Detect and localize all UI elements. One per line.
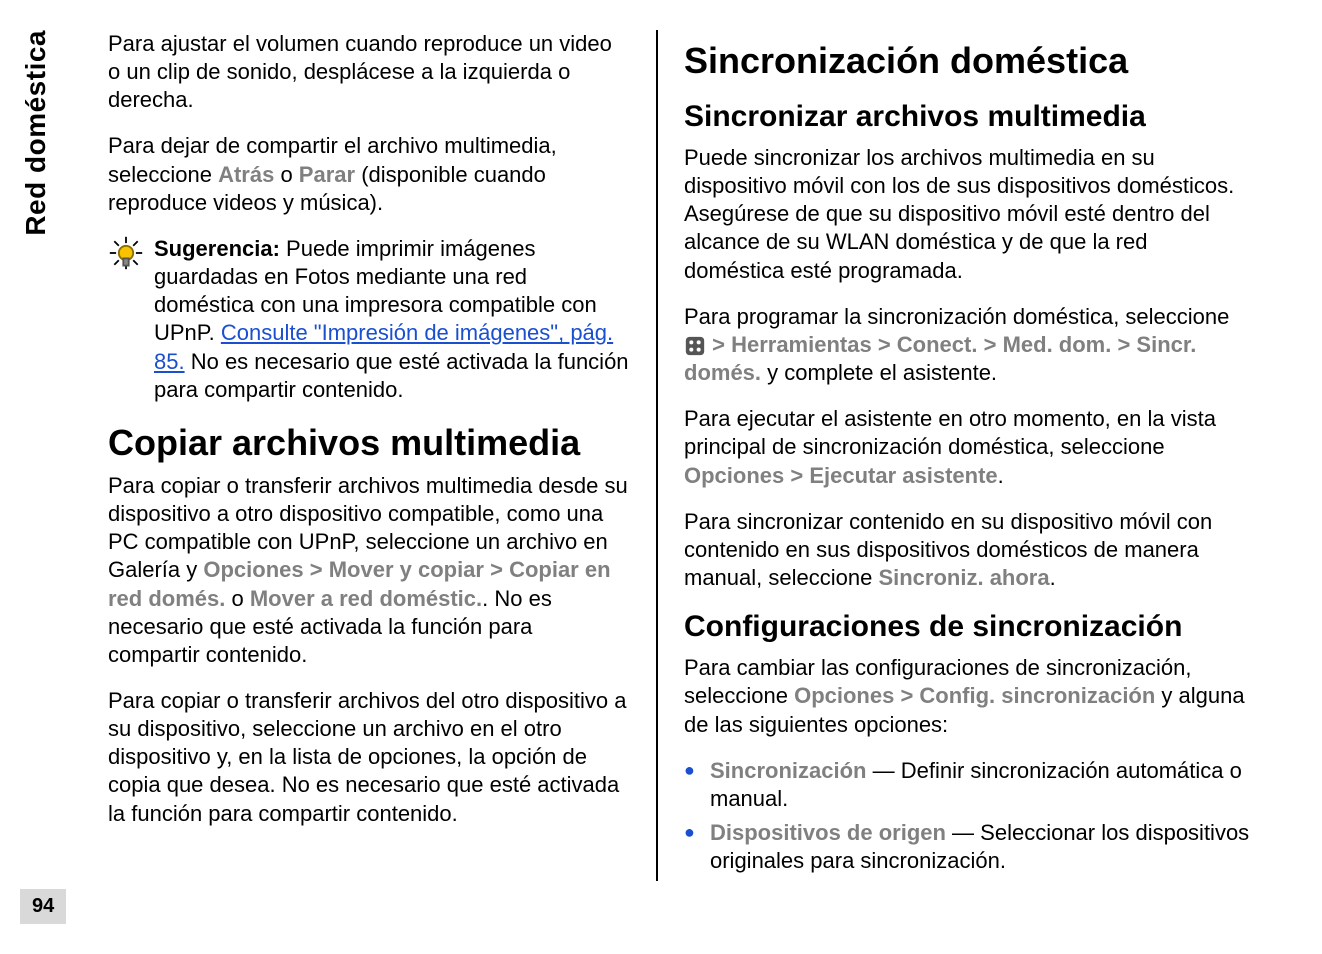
text: Para ejecutar el asistente en otro momen… <box>684 406 1216 459</box>
separator: > <box>872 332 897 357</box>
paragraph: Para copiar o transferir archivos multim… <box>108 472 630 669</box>
tip-icon <box>108 235 144 404</box>
separator: > <box>304 557 329 582</box>
separator: > <box>706 332 731 357</box>
separator: > <box>894 683 919 708</box>
text: . <box>1050 565 1056 590</box>
page-content: Para ajustar el volumen cuando reproduce… <box>98 30 1298 881</box>
text: Para programar la sincronización domésti… <box>684 304 1229 329</box>
right-column: Sincronización doméstica Sincronizar arc… <box>658 30 1268 881</box>
ui-label-opciones: Opciones <box>203 557 303 582</box>
text: o <box>274 162 298 187</box>
ui-label-sincronizacion: Sincronización <box>710 758 866 783</box>
paragraph: Para dejar de compartir el archivo multi… <box>108 132 630 216</box>
ui-label-dispositivos-origen: Dispositivos de origen <box>710 820 946 845</box>
ui-label-mover-red: Mover a red doméstic. <box>250 586 482 611</box>
ui-label-sincroniz-ahora: Sincroniz. ahora <box>878 565 1049 590</box>
text: . <box>998 463 1004 488</box>
separator: > <box>1111 332 1136 357</box>
paragraph: Puede sincronizar los archivos multimedi… <box>684 144 1250 285</box>
ui-label-atras: Atrás <box>218 162 274 187</box>
separator: > <box>484 557 509 582</box>
ui-label-config-sincronizacion: Config. sincronización <box>919 683 1155 708</box>
ui-label-opciones: Opciones <box>794 683 894 708</box>
side-tab: Red doméstica <box>20 30 52 236</box>
paragraph: Para copiar o transferir archivos del ot… <box>108 687 630 828</box>
separator: > <box>977 332 1002 357</box>
options-list: Sincronización — Definir sincronización … <box>684 757 1250 876</box>
subheading-config: Configuraciones de sincronización <box>684 610 1250 644</box>
tip-label: Sugerencia: <box>154 236 280 261</box>
heading-sincronizacion: Sincronización doméstica <box>684 40 1250 82</box>
subheading-sincronizar: Sincronizar archivos multimedia <box>684 100 1250 134</box>
left-column: Para ajustar el volumen cuando reproduce… <box>98 30 658 881</box>
heading-copiar: Copiar archivos multimedia <box>108 422 630 464</box>
ui-label-opciones: Opciones <box>684 463 784 488</box>
ui-label-med-dom: Med. dom. <box>1003 332 1112 357</box>
list-item: Dispositivos de origen — Seleccionar los… <box>684 819 1250 875</box>
paragraph: Para sincronizar contenido en su disposi… <box>684 508 1250 592</box>
ui-label-ejecutar-asistente: Ejecutar asistente <box>809 463 997 488</box>
ui-label-herramientas: Herramientas <box>731 332 872 357</box>
ui-label-conect: Conect. <box>897 332 978 357</box>
paragraph: Para cambiar las configuraciones de sinc… <box>684 654 1250 738</box>
text: No es necesario que esté activada la fun… <box>154 349 629 402</box>
text: o <box>225 586 249 611</box>
separator: > <box>784 463 809 488</box>
paragraph: Para ajustar el volumen cuando reproduce… <box>108 30 630 114</box>
list-item: Sincronización — Definir sincronización … <box>684 757 1250 813</box>
paragraph: Para ejecutar el asistente en otro momen… <box>684 405 1250 489</box>
paragraph: Para programar la sincronización domésti… <box>684 303 1250 387</box>
menu-key-icon <box>684 335 706 357</box>
ui-label-mover-copiar: Mover y copiar <box>329 557 484 582</box>
page-number: 94 <box>20 889 66 924</box>
text: y complete el asistente. <box>761 360 997 385</box>
tip-body: Sugerencia: Puede imprimir imágenes guar… <box>154 235 630 404</box>
ui-label-parar: Parar <box>299 162 355 187</box>
tip-block: Sugerencia: Puede imprimir imágenes guar… <box>108 235 630 404</box>
